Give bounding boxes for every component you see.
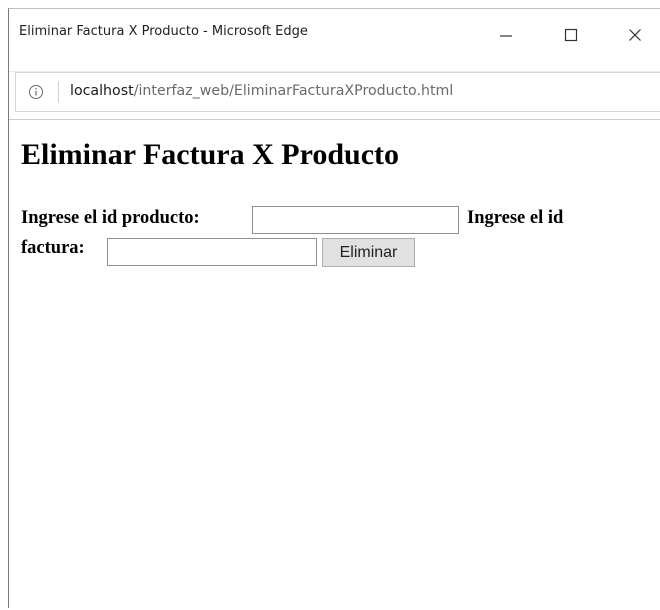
- close-button[interactable]: [613, 15, 657, 55]
- title-bar[interactable]: Eliminar Factura X Producto - Microsoft …: [9, 9, 660, 61]
- window-title: Eliminar Factura X Producto - Microsoft …: [19, 24, 308, 39]
- url-host: localhost: [70, 83, 134, 99]
- page-content: Eliminar Factura X Producto Ingrese el i…: [9, 119, 660, 610]
- address-separator: [58, 81, 59, 103]
- factura-id-label-part2: factura:: [21, 238, 85, 258]
- producto-id-label: Ingrese el id producto:: [21, 208, 200, 228]
- minimize-button[interactable]: [484, 15, 528, 55]
- producto-id-input[interactable]: [252, 206, 459, 234]
- url-path: /interfaz_web/EliminarFacturaXProducto.h…: [133, 83, 454, 99]
- address-field[interactable]: localhost/interfaz_web/EliminarFacturaXP…: [15, 72, 660, 112]
- close-icon: [629, 29, 641, 41]
- eliminar-button[interactable]: Eliminar: [322, 238, 415, 267]
- maximize-button[interactable]: [549, 15, 593, 55]
- minimize-icon: [500, 35, 512, 37]
- factura-id-label-part1: Ingrese el id: [467, 208, 564, 228]
- address-bar: localhost/interfaz_web/EliminarFacturaXP…: [9, 71, 660, 112]
- page-title: Eliminar Factura X Producto: [21, 138, 400, 171]
- url-text[interactable]: localhost/interfaz_web/EliminarFacturaXP…: [70, 83, 453, 99]
- factura-id-input[interactable]: [107, 238, 317, 266]
- info-icon[interactable]: [28, 84, 44, 100]
- maximize-icon: [564, 28, 578, 42]
- browser-window: Eliminar Factura X Producto - Microsoft …: [8, 8, 660, 608]
